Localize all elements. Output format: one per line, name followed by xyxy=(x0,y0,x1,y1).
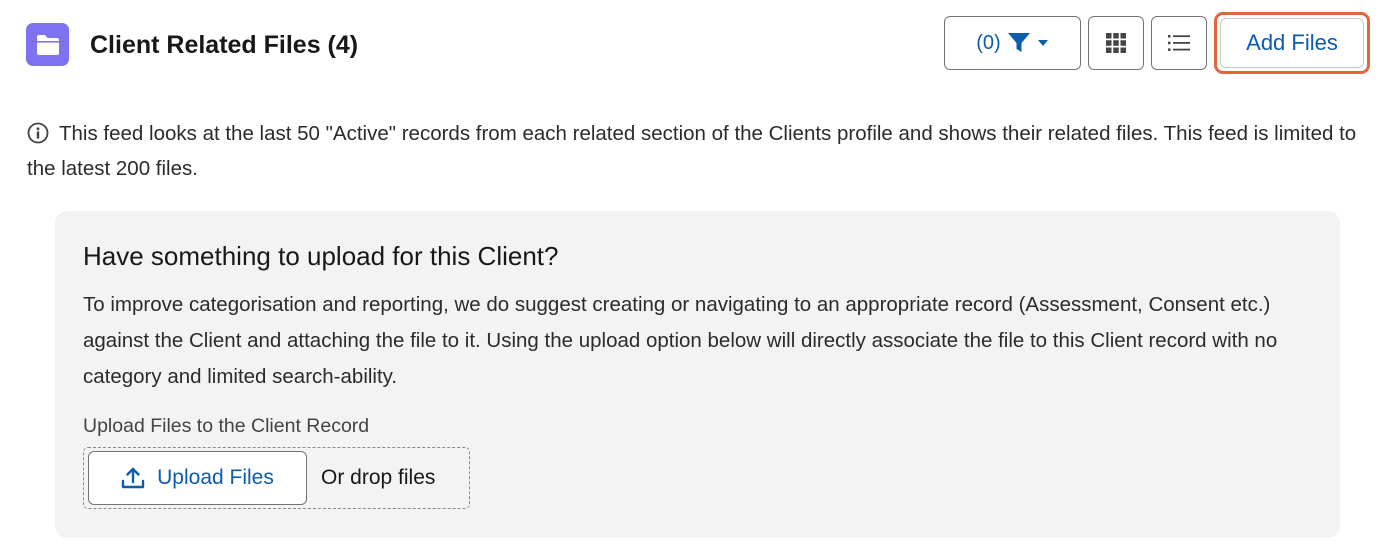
folder-icon xyxy=(26,23,69,66)
add-files-highlight: Add Files xyxy=(1214,12,1370,74)
drop-files-text: Or drop files xyxy=(321,466,436,489)
upload-field-label: Upload Files to the Client Record xyxy=(83,415,370,437)
card-header: Client Related Files (4) (0) Add Files xyxy=(26,12,1370,74)
filter-count: (0) xyxy=(976,31,1001,54)
filter-button[interactable]: (0) xyxy=(944,16,1081,70)
grid-view-button[interactable] xyxy=(1088,16,1144,70)
upload-panel: Have something to upload for this Client… xyxy=(55,211,1340,538)
upload-files-label: Upload Files xyxy=(157,466,274,489)
chevron-down-icon xyxy=(1037,39,1049,47)
upload-icon xyxy=(121,466,145,490)
upload-heading: Have something to upload for this Client… xyxy=(83,241,559,271)
info-note: This feed looks at the last 50 "Active" … xyxy=(27,116,1357,186)
filter-icon xyxy=(1007,32,1031,54)
upload-description: To improve categorisation and reporting,… xyxy=(83,293,1278,388)
list-view-icon xyxy=(1168,34,1190,52)
grid-view-icon xyxy=(1106,33,1126,53)
info-icon xyxy=(27,122,49,144)
add-files-button[interactable]: Add Files xyxy=(1220,18,1364,68)
info-text: This feed looks at the last 50 "Active" … xyxy=(27,122,1357,180)
upload-files-button[interactable]: Upload Files xyxy=(88,451,307,505)
file-dropzone[interactable]: Upload Files Or drop files xyxy=(83,447,470,509)
header-actions: (0) Add Files xyxy=(944,12,1370,74)
page-title: Client Related Files (4) xyxy=(90,31,359,59)
list-view-button[interactable] xyxy=(1151,16,1207,70)
